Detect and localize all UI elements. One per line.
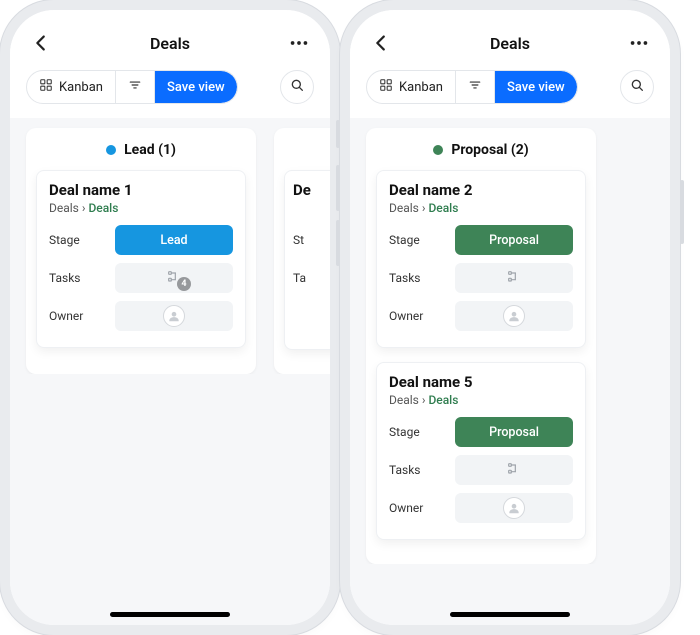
deal-title: Deal name 2 xyxy=(389,181,573,199)
status-dot xyxy=(106,145,116,155)
kanban-icon xyxy=(379,78,393,96)
save-view-button[interactable]: Save view xyxy=(155,71,237,103)
owner-label: Owner xyxy=(49,309,107,323)
kanban-board[interactable]: Lead (1) Deal name 1 Deals › Deals Stage Lea… xyxy=(10,118,330,374)
deal-card[interactable]: De St Ta xyxy=(284,170,330,350)
column-title: Proposal (2) xyxy=(451,142,528,158)
toolbar: Kanban Save view xyxy=(10,64,330,118)
crumb-leaf[interactable]: Deals xyxy=(88,201,118,215)
crumb-leaf[interactable]: Deals xyxy=(428,201,458,215)
filter-icon xyxy=(468,78,482,96)
breadcrumb: Deals › Deals xyxy=(49,201,233,215)
breadcrumb: Deals › Deals xyxy=(389,201,573,215)
status-dot xyxy=(433,145,443,155)
owner-label: Owner xyxy=(389,309,447,323)
kanban-view-button[interactable]: Kanban xyxy=(27,71,116,103)
search-button[interactable] xyxy=(620,70,654,104)
tasks-label: Tasks xyxy=(49,271,107,285)
crumb-root: Deals xyxy=(389,393,419,407)
back-icon[interactable] xyxy=(30,32,52,54)
kanban-label: Kanban xyxy=(399,80,443,95)
search-icon xyxy=(289,77,305,97)
page-title: Deals xyxy=(150,34,190,53)
header: Deals xyxy=(10,10,330,64)
page-title: Deals xyxy=(490,34,530,53)
save-view-button[interactable]: Save view xyxy=(495,71,577,103)
stage-label: Stage xyxy=(49,233,107,247)
avatar-icon xyxy=(163,305,185,327)
search-button[interactable] xyxy=(280,70,314,104)
tasks-label: Tasks xyxy=(389,463,447,477)
phone-frame: Deals Kanban Save view Proposal (2) Deal nam… xyxy=(350,10,670,625)
tasks-label: Ta xyxy=(293,271,323,285)
tasks-icon xyxy=(506,461,522,480)
kanban-label: Kanban xyxy=(59,80,103,95)
kanban-view-button[interactable]: Kanban xyxy=(367,71,456,103)
stage-chip[interactable]: Proposal xyxy=(455,225,573,255)
owner-cell[interactable] xyxy=(455,493,573,523)
stage-chip[interactable]: Lead xyxy=(115,225,233,255)
kanban-column-peek[interactable]: De St Ta xyxy=(274,128,330,374)
deal-title: De xyxy=(293,181,330,199)
avatar-icon xyxy=(503,305,525,327)
deal-card[interactable]: Deal name 1 Deals › Deals Stage Lead Tasks 4 O… xyxy=(36,170,246,348)
kanban-column[interactable]: Proposal (2) Deal name 2 Deals › Deals Stag… xyxy=(366,128,596,564)
home-indicator xyxy=(110,612,230,617)
stage-label: Stage xyxy=(389,425,447,439)
tasks-cell[interactable]: 4 xyxy=(115,263,233,293)
column-header: Lead (1) xyxy=(36,138,246,170)
breadcrumb xyxy=(293,201,330,215)
kanban-icon xyxy=(39,78,53,96)
filter-button[interactable] xyxy=(116,71,155,103)
filter-button[interactable] xyxy=(456,71,495,103)
breadcrumb: Deals › Deals xyxy=(389,393,573,407)
stage-chip[interactable]: Proposal xyxy=(455,417,573,447)
toolbar: Kanban Save view xyxy=(350,64,670,118)
screen: DealsKanbanSave viewLead (1)Deal name 1D… xyxy=(10,10,330,625)
phone-frame: DealsKanbanSave viewLead (1)Deal name 1D… xyxy=(10,10,330,625)
crumb-root: Deals xyxy=(389,201,419,215)
column-header xyxy=(284,138,330,170)
home-indicator xyxy=(450,612,570,617)
header: Deals xyxy=(350,10,670,64)
owner-cell[interactable] xyxy=(455,301,573,331)
view-switch-group: Kanban Save view xyxy=(26,70,238,104)
tasks-cell[interactable] xyxy=(455,263,573,293)
view-switch-group: Kanban Save view xyxy=(366,70,578,104)
column-title: Lead (1) xyxy=(124,142,176,158)
stage-label: Stage xyxy=(389,233,447,247)
deal-title: Deal name 5 xyxy=(389,373,573,391)
back-icon[interactable] xyxy=(370,32,392,54)
task-count-badge: 4 xyxy=(177,277,191,291)
tasks-icon xyxy=(506,269,522,288)
crumb-root: Deals xyxy=(49,201,79,215)
deal-card[interactable]: Deal name 2 Deals › Deals Stage Proposal Tas… xyxy=(376,170,586,348)
search-icon xyxy=(629,77,645,97)
tasks-cell[interactable] xyxy=(455,455,573,485)
kanban-board[interactable]: Proposal (2) Deal name 2 Deals › Deals Stag… xyxy=(350,118,670,564)
owner-label: Owner xyxy=(389,501,447,515)
screen: Deals Kanban Save view Proposal (2) Deal nam… xyxy=(350,10,670,625)
stage-label: St xyxy=(293,233,323,247)
more-icon[interactable] xyxy=(628,32,650,54)
tasks-label: Tasks xyxy=(389,271,447,285)
column-header: Proposal (2) xyxy=(376,138,586,170)
filter-icon xyxy=(128,78,142,96)
more-icon[interactable] xyxy=(288,32,310,54)
kanban-column[interactable]: Lead (1) Deal name 1 Deals › Deals Stage Lea… xyxy=(26,128,256,374)
avatar-icon xyxy=(503,497,525,519)
deal-title: Deal name 1 xyxy=(49,181,233,199)
crumb-leaf[interactable]: Deals xyxy=(428,393,458,407)
owner-cell[interactable] xyxy=(115,301,233,331)
deal-card[interactable]: Deal name 5 Deals › Deals Stage Proposal Tas… xyxy=(376,362,586,540)
